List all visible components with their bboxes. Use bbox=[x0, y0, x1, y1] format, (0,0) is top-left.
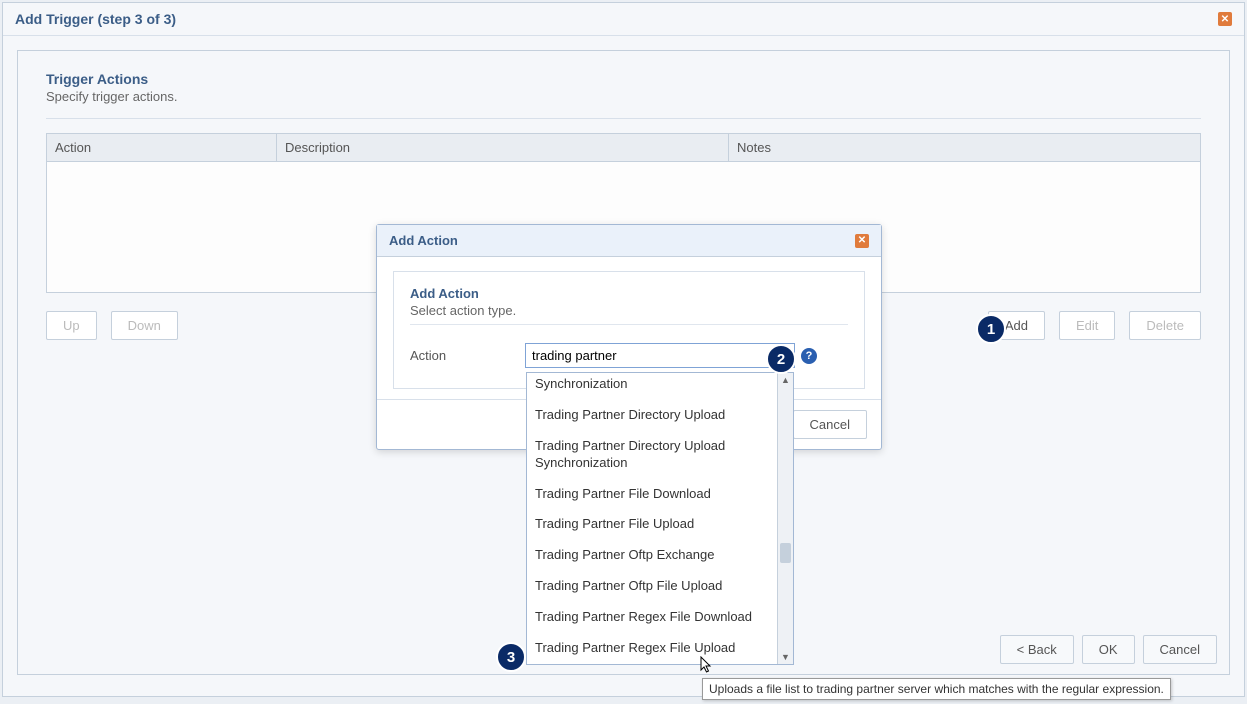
table-header: Action Description Notes bbox=[47, 134, 1200, 162]
dropdown-item[interactable]: Trading Partner Directory Upload bbox=[527, 400, 777, 431]
modal-close-icon[interactable]: ✕ bbox=[855, 234, 869, 248]
section-subtitle: Specify trigger actions. bbox=[46, 89, 1201, 104]
dropdown-item[interactable]: Trading Partner Regex File Download bbox=[527, 602, 777, 633]
annotation-marker-3: 3 bbox=[496, 642, 526, 672]
action-label: Action bbox=[410, 348, 525, 363]
cursor-icon bbox=[700, 656, 714, 679]
divider bbox=[46, 118, 1201, 119]
section-head: Trigger Actions Specify trigger actions. bbox=[18, 51, 1229, 112]
action-dropdown[interactable]: Synchronization Trading Partner Director… bbox=[526, 372, 794, 665]
cancel-button[interactable]: Cancel bbox=[1143, 635, 1217, 664]
help-icon[interactable]: ? bbox=[801, 348, 817, 364]
section-title: Trigger Actions bbox=[46, 71, 1201, 87]
panel-title: Add Trigger (step 3 of 3) bbox=[15, 11, 176, 27]
delete-button[interactable]: Delete bbox=[1129, 311, 1201, 340]
dropdown-item[interactable]: Trading Partner Oftp File Upload bbox=[527, 571, 777, 602]
dropdown-scrollbar[interactable]: ▲ ▼ bbox=[777, 373, 793, 664]
dropdown-item[interactable]: Trading Partner File Upload bbox=[527, 509, 777, 540]
action-input[interactable] bbox=[525, 343, 795, 368]
footer-buttons: < Back OK Cancel bbox=[1000, 635, 1217, 664]
up-button[interactable]: Up bbox=[46, 311, 97, 340]
annotation-marker-1: 1 bbox=[976, 314, 1006, 344]
down-button[interactable]: Down bbox=[111, 311, 178, 340]
annotation-marker-2: 2 bbox=[766, 344, 796, 374]
ok-button[interactable]: OK bbox=[1082, 635, 1135, 664]
modal-inner-title: Add Action bbox=[410, 286, 848, 301]
col-description[interactable]: Description bbox=[277, 134, 729, 161]
dropdown-item[interactable]: Trading Partner Oftp Exchange bbox=[527, 540, 777, 571]
scroll-up-icon[interactable]: ▲ bbox=[781, 373, 790, 387]
scroll-thumb[interactable] bbox=[780, 543, 791, 563]
col-action[interactable]: Action bbox=[47, 134, 277, 161]
dropdown-item[interactable]: Trading Partner Regex File Upload bbox=[527, 633, 777, 664]
scroll-down-icon[interactable]: ▼ bbox=[781, 650, 790, 664]
modal-header: Add Action ✕ bbox=[377, 225, 881, 257]
tooltip: Uploads a file list to trading partner s… bbox=[702, 678, 1171, 700]
dropdown-item[interactable]: Trading Partner Directory Upload Synchro… bbox=[527, 431, 777, 479]
modal-title: Add Action bbox=[389, 233, 458, 248]
modal-cancel-button[interactable]: Cancel bbox=[793, 410, 867, 439]
dropdown-item[interactable]: Trading Partner File Download bbox=[527, 479, 777, 510]
dropdown-item[interactable]: Synchronization bbox=[527, 373, 777, 400]
close-icon[interactable]: ✕ bbox=[1218, 12, 1232, 26]
panel-header: Add Trigger (step 3 of 3) ✕ bbox=[3, 3, 1244, 36]
col-notes[interactable]: Notes bbox=[729, 134, 1200, 161]
back-button[interactable]: < Back bbox=[1000, 635, 1074, 664]
modal-inner-sub: Select action type. bbox=[410, 303, 848, 325]
edit-button[interactable]: Edit bbox=[1059, 311, 1115, 340]
